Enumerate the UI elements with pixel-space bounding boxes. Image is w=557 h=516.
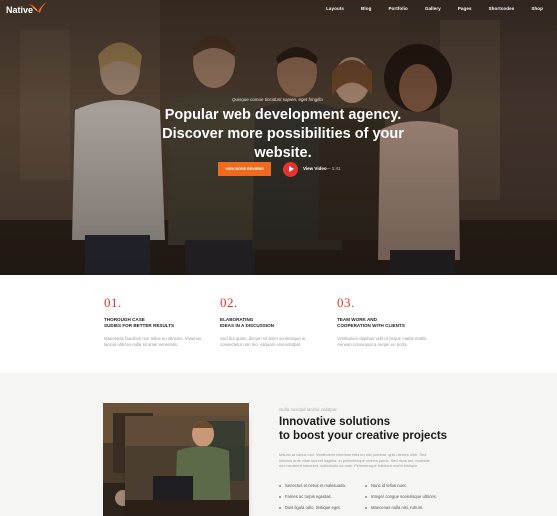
feature-text: Vestibulum dapibus velit ut neque mattis… bbox=[337, 336, 447, 348]
solutions-title-line-1: Innovative solutions bbox=[279, 416, 391, 428]
feature-text-line: Aenean consequat a neque eu porta. bbox=[337, 342, 408, 347]
hero-title: Popular web development agency. Discover… bbox=[138, 106, 428, 163]
feature-text: Sed dui quam, dictum sit amet scelerisqu… bbox=[220, 336, 330, 348]
bullet-text: Integer congue scelerisque ultrices. bbox=[371, 494, 437, 499]
bullet-item: Senectus et netus et malesuada. bbox=[279, 483, 365, 488]
bullet-item: Nunc id tellus nunc. bbox=[365, 483, 459, 488]
bullet-item: Maecenas nulla nisi, rutrum. bbox=[365, 505, 459, 510]
feature-title: THOROUGH CASE SUDIES FOR BETTER RESULTS bbox=[104, 317, 214, 329]
bullet-text: Nunc id tellus nunc. bbox=[371, 483, 408, 488]
bullet-item: Fames ac turpis egestas. bbox=[279, 494, 365, 499]
main-menu: Layouts Blog Portfolio Gallery Pages Sho… bbox=[309, 6, 543, 11]
hero-title-line-2: Discover more possibilities of your webs… bbox=[162, 126, 404, 161]
feature-title: ELABORATING IDEAS IN A DISCUSSION bbox=[220, 317, 330, 329]
play-icon bbox=[289, 166, 294, 172]
workspace-photo-detail bbox=[125, 416, 249, 516]
feature-text-line: consectetur non leo. Aliquam erat volutp… bbox=[220, 342, 302, 347]
top-nav: Native Layouts Blog Portfolio Gallery Pa… bbox=[0, 0, 557, 22]
solutions-section: Nulla suscipit lacinia volutpat Innovati… bbox=[0, 373, 557, 516]
feature-number: 01. bbox=[104, 295, 122, 310]
bullet-dot-icon bbox=[279, 484, 281, 487]
bullet-item: Integer congue scelerisque ultrices. bbox=[365, 494, 459, 499]
video-label[interactable]: View Video bbox=[303, 166, 327, 171]
bullet-text: Senectus et netus et malesuada. bbox=[285, 483, 346, 488]
feature-text: Maecenas faucibus non tellus eu ultricie… bbox=[104, 336, 214, 348]
features-section: 01. THOROUGH CASE SUDIES FOR BETTER RESU… bbox=[0, 275, 557, 373]
bullet-text: Duis ligula odio, tristique eget. bbox=[285, 505, 341, 510]
image-overlay-card bbox=[125, 416, 249, 516]
feature-title-line: IDEAS IN A DISCUSSION bbox=[220, 323, 275, 328]
feature-number: 03. bbox=[337, 295, 355, 310]
feature-title: TEAM WORK AND COOPERATION WITH CLIENTS bbox=[337, 317, 447, 329]
menu-item-portfolio[interactable]: Portfolio bbox=[388, 6, 407, 11]
feature-text-line: lacinia ultrices nulla sit amet venenati… bbox=[104, 342, 179, 347]
bullet-dot-icon bbox=[365, 495, 367, 498]
bullet-text: Maecenas nulla nisi, rutrum. bbox=[371, 505, 424, 510]
bullet-list: Senectus et netus et malesuada. Nunc id … bbox=[279, 483, 459, 510]
feature-number: 02. bbox=[220, 295, 238, 310]
menu-item-shortcodes[interactable]: Shortcodes bbox=[489, 6, 515, 11]
paragraph-line: nec hendrerit hendrerit, sollicitudin ac… bbox=[279, 463, 419, 469]
feature-title-line: COOPERATION WITH CLIENTS bbox=[337, 323, 405, 328]
hero-title-line-1: Popular web development agency. bbox=[164, 107, 402, 123]
play-video-button[interactable] bbox=[283, 162, 298, 177]
feature-item: 01. THOROUGH CASE SUDIES FOR BETTER RESU… bbox=[104, 295, 214, 348]
video-duration: — 1:41 bbox=[326, 166, 341, 171]
bullet-text: Fames ac turpis egestas. bbox=[285, 494, 332, 499]
solutions-title: Innovative solutions to boost your creat… bbox=[279, 415, 479, 443]
feature-item: 02. ELABORATING IDEAS IN A DISCUSSION Se… bbox=[220, 295, 330, 348]
bullet-dot-icon bbox=[279, 495, 281, 498]
menu-item-layouts[interactable]: Layouts bbox=[326, 6, 344, 11]
menu-item-blog[interactable]: Blog bbox=[361, 6, 371, 11]
solutions-title-line-2: to boost your creative projects bbox=[279, 430, 448, 442]
solutions-kicker: Nulla suscipit lacinia volutpat bbox=[279, 407, 337, 412]
paragraph-line: Mauris at varius orci. Vestibulum interd… bbox=[279, 452, 427, 457]
view-reviews-button[interactable]: VIEW MORE REVIEWS bbox=[218, 162, 271, 176]
bullet-item: Duis ligula odio, tristique eget. bbox=[279, 505, 365, 510]
hero-kicker: Quisque comue tincidunt sapien, eget fri… bbox=[232, 97, 323, 102]
feature-item: 03. TEAM WORK AND COOPERATION WITH CLIEN… bbox=[337, 295, 447, 348]
bullet-dot-icon bbox=[365, 484, 367, 487]
feature-title-line: SUDIES FOR BETTER RESULTS bbox=[104, 323, 175, 328]
bullet-dot-icon bbox=[279, 506, 281, 509]
solutions-paragraph: Mauris at varius orci. Vestibulum interd… bbox=[279, 452, 449, 469]
bullet-dot-icon bbox=[365, 506, 367, 509]
menu-item-shop[interactable]: Shop bbox=[531, 6, 543, 11]
menu-item-pages[interactable]: Pages bbox=[458, 6, 472, 11]
menu-item-gallery[interactable]: Gallery bbox=[425, 6, 441, 11]
bird-logo-icon[interactable] bbox=[28, 1, 48, 15]
hero-section: Native Layouts Blog Portfolio Gallery Pa… bbox=[0, 0, 557, 275]
